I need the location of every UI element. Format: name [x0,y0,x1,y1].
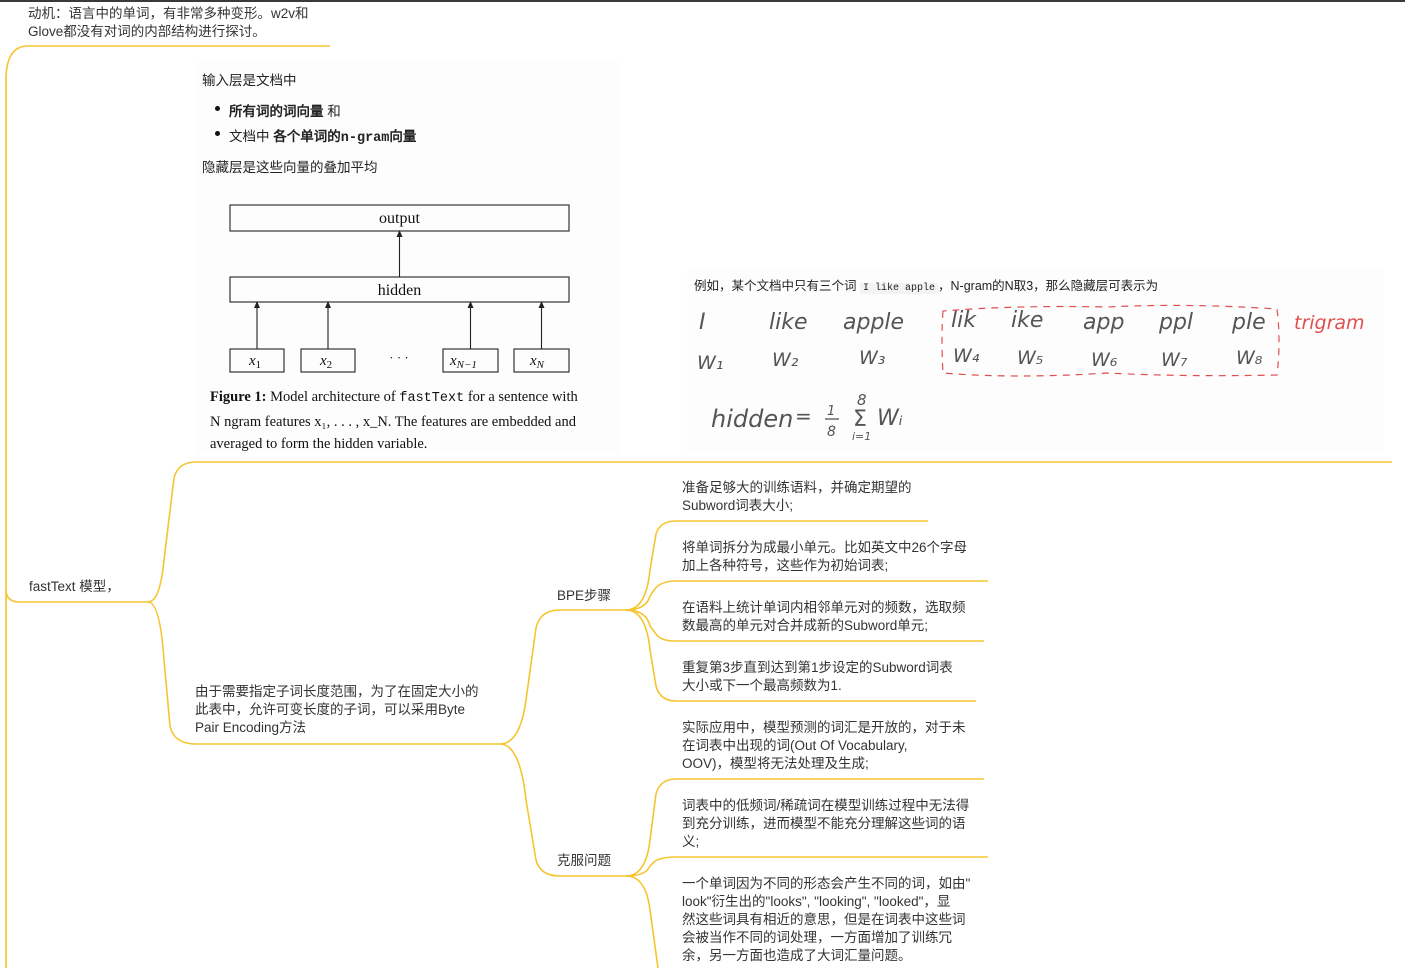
problem-3-line-3: 然这些词具有相近的意思，但是在词表中这些词 [682,912,966,927]
bpe-parent-line-3: Pair Encoding方法 [195,720,307,735]
architecture-diagram: output hidden x1 x2 · · · xN−1 xN [229,204,570,373]
formula-hidden: hidden [711,405,793,433]
caption-a: Model architecture of [270,389,396,405]
word-i: I [699,310,706,335]
bpe-step-1-line-1: 准备足够大的训练语料，并确定期望的 [682,480,912,495]
weight-w8: W₈ [1236,347,1263,369]
branch-problem-3 [625,875,659,968]
bpe-step-3-line-2: 数最高的单元对合并成新的Subword单元; [682,618,929,633]
problem-3-line-5: 余，另一方面也造成了大词汇量问题。 [682,948,912,963]
weight-w2: W₂ [772,349,799,371]
caption-b: for a sentence with [467,389,578,405]
figure-label: Figure 1: [210,389,267,405]
bpe-step-4-line-2: 大小或下一个最高频数为1. [682,678,842,693]
weight-w7: W₇ [1161,349,1188,371]
output-label: output [379,210,420,227]
formula-equals: = [795,404,812,428]
formula-sum-sign: Σ [853,407,867,432]
weight-w4: W₄ [953,345,980,367]
figure-caption: Figure 1: Model architecture of fastText… [210,386,610,456]
problem-2-line-1: 词表中的低频词/稀疏词在模型训练过程中无法得 [682,798,970,813]
word-lik: lik [951,308,977,333]
top-note-line-1: 动机：语言中的单词，有非常多种变形。w2v和 [28,6,309,21]
input-x1: x1 [248,353,261,371]
bpe-step-2[interactable]: 将单词拆分为成最小单元。比如英文中26个字母 加上各种符号，这些作为初始词表; [682,539,967,575]
formula-frac-den: 8 [827,424,836,440]
problem-3-line-4: 会被当作不同的词处理，一方面增加了训练冗 [682,930,952,945]
example-card[interactable]: 例如，某个文档中只有三个词 I like apple ，N-gram的N取3，那么… [687,269,1383,454]
bpe-step-2-line-1: 将单词拆分为成最小单元。比如英文中26个字母 [682,540,968,555]
word-apple: apple [843,310,904,335]
problem-3-line-2: look"衍生出的"looks", "looking", "looked"，显 [682,894,951,909]
bpe-step-2-line-2: 加上各种符号，这些作为初始词表; [682,558,889,573]
bpe-steps-node[interactable]: BPE步骤 [557,587,611,605]
bpe-step-4-line-1: 重复第3步直到达到第1步设定的Subword词表 [682,660,953,675]
caption-line-3: averaged to form the hidden variable. [210,436,428,452]
input-xn-1: xN−1 [449,353,477,371]
formula-sum-bottom: i=1 [852,430,871,443]
problem-1-line-2: 在词表中出现的词(Out Of Vocabulary, [682,738,908,753]
problem-1[interactable]: 实际应用中，模型预测的词汇是开放的，对于未 在词表中出现的词(Out Of Vo… [682,719,966,773]
problem-2[interactable]: 词表中的低频词/稀疏词在模型训练过程中无法得 到充分训练，进而模型不能充分理解这… [682,797,969,851]
problem-2-line-3: 义; [682,834,700,849]
problem-1-line-1: 实际应用中，模型预测的词汇是开放的，对于未 [682,720,966,735]
problems-node[interactable]: 克服问题 [557,852,611,870]
caption-code: fastText [399,391,465,406]
caption-line-2: N ngram features x₁, . . . , x_N. The fe… [210,413,576,430]
handwritten-notes: I like apple lik ike app ppl ple W₁ W₂ W… [697,304,1365,443]
window-top-border [0,0,1405,2]
trigram-label: trigram [1294,312,1365,334]
formula-wi: Wᵢ [877,406,903,431]
branch-bpe-steps [499,609,626,745]
problem-3[interactable]: 一个单词因为不同的形态会产生不同的词，如由" look"衍生出的"looks",… [682,875,970,965]
word-ike: ike [1011,308,1043,333]
branch-problem-2 [625,856,988,877]
word-app: app [1083,310,1124,335]
formula-frac-num: 1 [827,404,835,419]
bpe-step-1[interactable]: 准备足够大的训练语料，并确定期望的 Subword词表大小; [682,479,912,515]
weight-w6: W₆ [1091,349,1118,371]
word-like: like [769,310,808,335]
word-ple: ple [1231,310,1266,335]
problem-1-line-3: OOV)，模型将无法处理及生成; [682,756,869,771]
input-x2: x2 [319,353,332,371]
top-note[interactable]: 动机：语言中的单词，有非常多种变形。w2v和 Glove都没有对词的内部结构进行… [28,5,309,41]
weight-w3: W₃ [859,347,885,369]
problem-2-line-2: 到充分训练，进而模型不能充分理解这些词的语 [682,816,966,831]
bpe-step-3-line-1: 在语料上统计单词内相邻单元对的频数，选取频 [682,600,966,615]
bpe-step-3[interactable]: 在语料上统计单词内相邻单元对的频数，选取频 数最高的单元对合并成新的Subwor… [682,599,966,635]
bpe-parent-line-1: 由于需要指定子词长度范围，为了在固定大小的 [195,684,479,699]
root-node-fasttext[interactable]: fastText 模型， [29,578,120,596]
weight-w1: W₁ [697,352,723,374]
caption-line-1: Figure 1: Model architecture of fastText… [210,386,610,411]
top-note-line-2: Glove都没有对词的内部结构进行探讨。 [28,24,266,39]
hidden-label: hidden [378,282,422,299]
bpe-parent-line-2: 此表中，允许可变长度的子词，可以采用Byte [195,702,466,717]
weight-w5: W₅ [1017,347,1043,369]
word-ppl: ppl [1158,310,1193,335]
bpe-step-1-line-2: Subword词表大小; [682,498,794,513]
input-dots: · · · [389,350,409,365]
architecture-card[interactable]: 输入层是文档中 所有词的词向量 和 文档中 各个单词的n-gram向量 隐藏层是… [196,62,619,454]
bpe-step-4[interactable]: 重复第3步直到达到第1步设定的Subword词表 大小或下一个最高频数为1. [682,659,953,695]
input-xn: xN [529,353,545,371]
problem-3-line-1: 一个单词因为不同的形态会产生不同的词，如由" [682,876,971,891]
bpe-parent-node[interactable]: 由于需要指定子词长度范围，为了在固定大小的 此表中，允许可变长度的子词，可以采用… [195,683,479,737]
